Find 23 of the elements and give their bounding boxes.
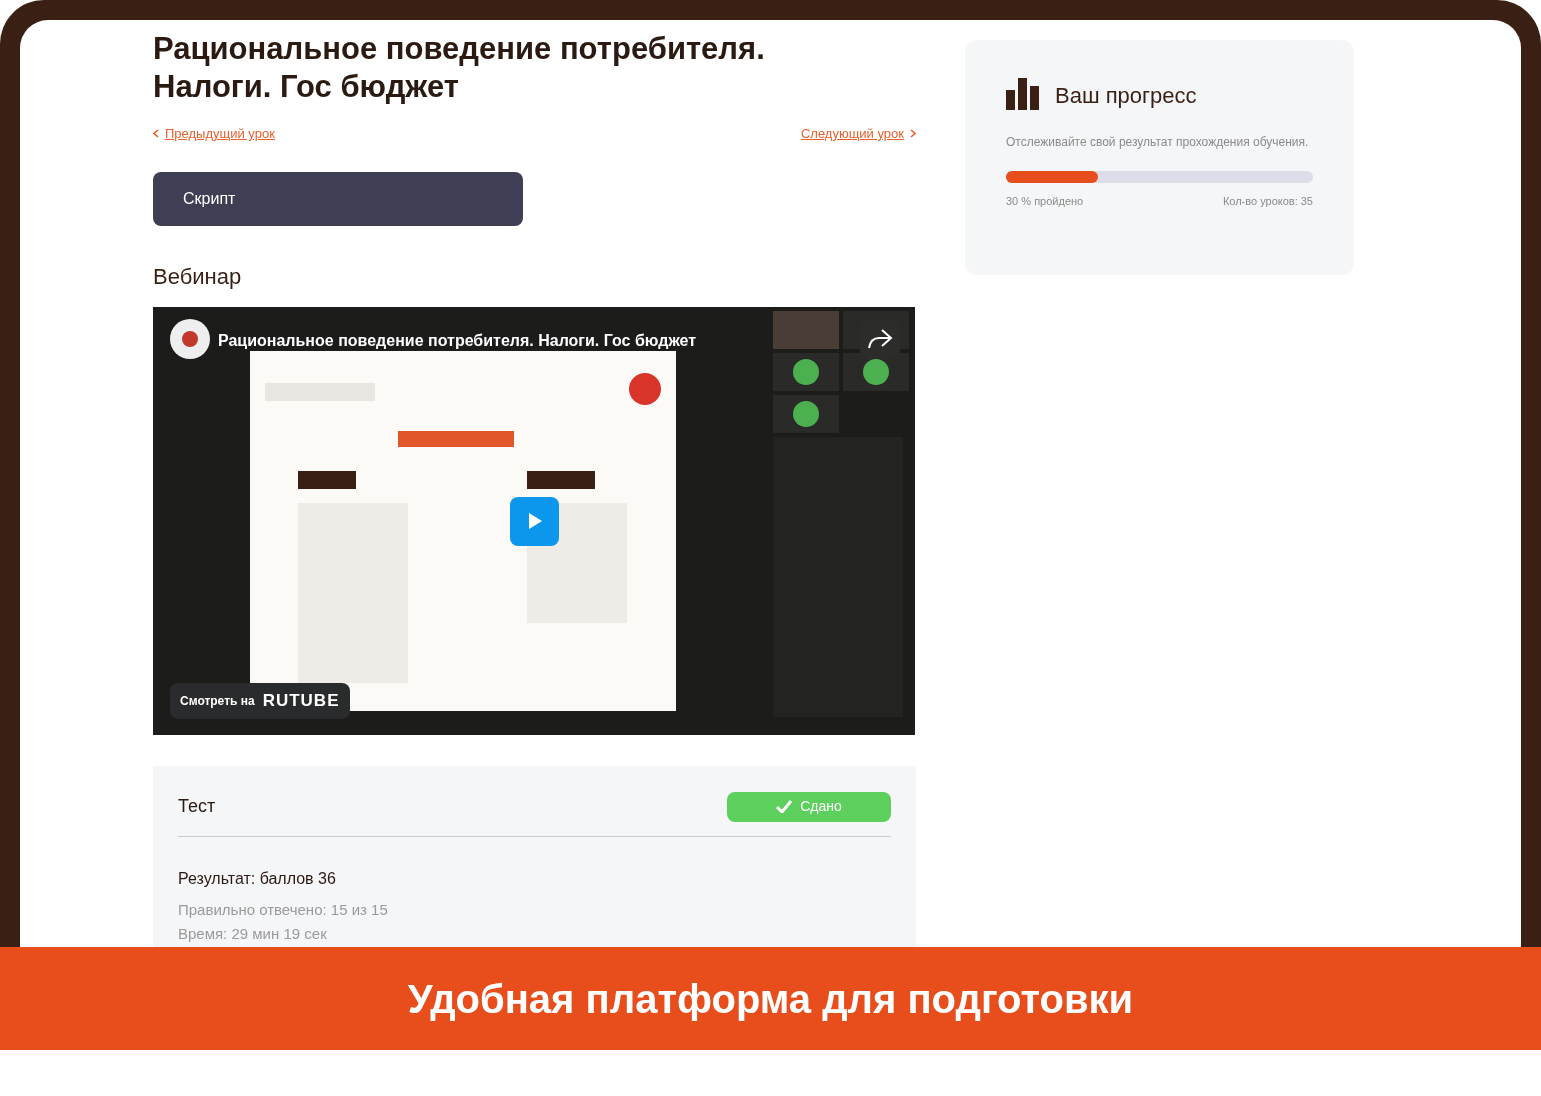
correct-answers: Правильно отвечено: 15 из 15 <box>178 899 389 920</box>
banner-text: Удобная платформа для подготовки <box>407 975 1134 1023</box>
progress-title: Ваш прогресс <box>1055 82 1197 110</box>
watch-on-rutube-button[interactable]: Смотреть на RUTUBE <box>170 682 350 719</box>
webinar-heading: Вебинар <box>153 262 243 291</box>
next-lesson-link[interactable]: Следующий урок <box>800 124 916 144</box>
checkmark-icon <box>776 800 793 813</box>
chevron-left-icon <box>153 129 159 139</box>
bar-chart-icon <box>1006 78 1039 110</box>
lesson-count: Кол-во уроков: 35 <box>1222 194 1313 209</box>
script-button[interactable]: Скрипт <box>153 171 523 226</box>
test-title: Тест <box>178 795 216 818</box>
play-icon <box>526 512 543 530</box>
status-badge: Сдано <box>727 791 891 822</box>
previous-lesson-link[interactable]: Предыдущий урок <box>153 124 275 144</box>
play-button[interactable] <box>510 496 559 546</box>
test-time: Время: 29 мин 19 сек <box>178 925 328 943</box>
test-result: Результат: баллов 36 <box>178 868 337 889</box>
progress-description: Отслеживайте свой результат прохождения обучения. <box>1006 134 1310 151</box>
video-title: Рациональное поведение потребителя. Налоги. Гос бюджет <box>218 330 697 351</box>
lesson-title: Рациональное поведение потребителя. Налоги. Гос бюджет <box>153 30 766 106</box>
chevron-right-icon <box>910 129 916 139</box>
completed-label: 30 % пройдено <box>1006 194 1084 209</box>
